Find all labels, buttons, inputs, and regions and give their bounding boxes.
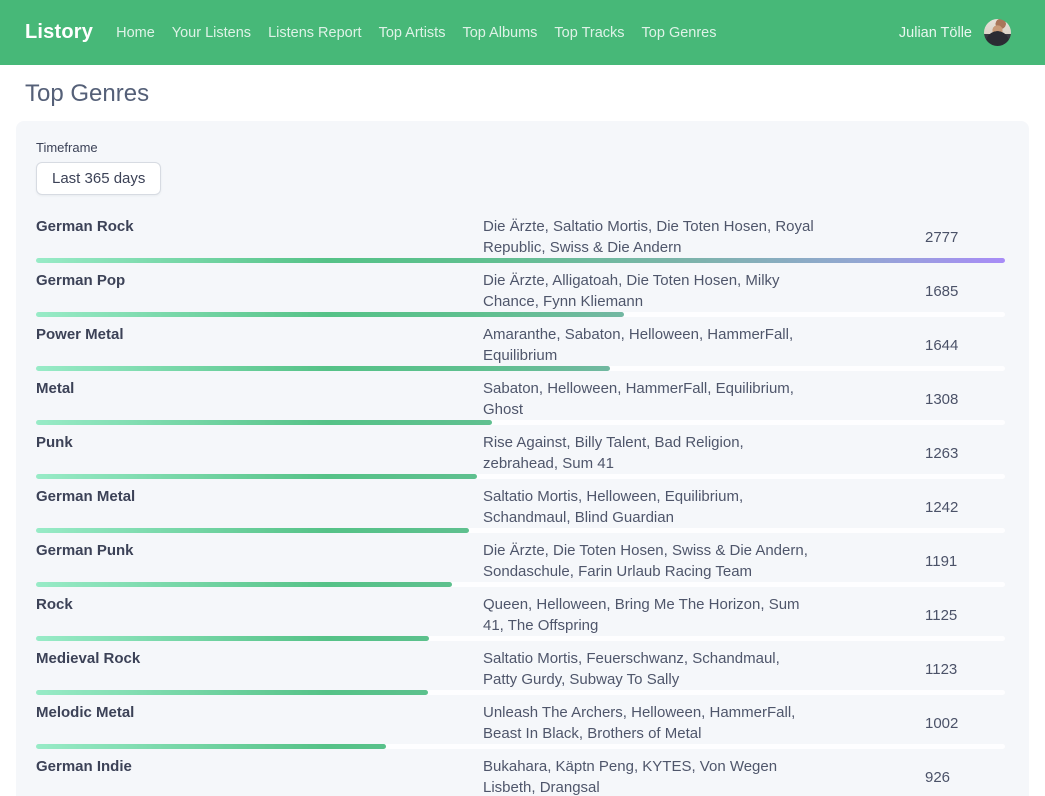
genre-row: Medieval Rock Saltatio Mortis, Feuerschw…	[36, 641, 1005, 695]
genre-artists: Die Ärzte, Saltatio Mortis, Die Toten Ho…	[483, 216, 815, 258]
genre-bar-fill	[36, 690, 428, 695]
genre-bar-fill	[36, 636, 429, 641]
genre-bar-fill	[36, 582, 452, 587]
genre-artists: Amaranthe, Sabaton, Helloween, HammerFal…	[483, 324, 815, 366]
genre-bar-gradient	[36, 690, 428, 695]
genre-row: German Rock Die Ärzte, Saltatio Mortis, …	[36, 209, 1005, 263]
user-avatar[interactable]	[984, 19, 1011, 46]
nav-item-your-listens[interactable]: Your Listens	[172, 25, 251, 41]
genre-row: German Pop Die Ärzte, Alligatoah, Die To…	[36, 263, 1005, 317]
genre-artists: Saltatio Mortis, Feuerschwanz, Schandmau…	[483, 648, 815, 690]
genre-name: Punk	[36, 432, 483, 453]
timeframe-label: Timeframe	[36, 140, 1005, 155]
nav-item-top-genres[interactable]: Top Genres	[642, 25, 717, 41]
genre-bar-gradient	[36, 528, 469, 533]
genre-bar-track	[36, 258, 1005, 263]
genre-bar-fill	[36, 528, 469, 533]
nav-item-home[interactable]: Home	[116, 25, 155, 41]
genre-rows: German Rock Die Ärzte, Saltatio Mortis, …	[36, 209, 1005, 796]
genre-name: German Punk	[36, 540, 483, 561]
genre-row: Metal Sabaton, Helloween, HammerFall, Eq…	[36, 371, 1005, 425]
genre-artists: Rise Against, Billy Talent, Bad Religion…	[483, 432, 815, 474]
genre-name: German Metal	[36, 486, 483, 507]
nav-item-top-albums[interactable]: Top Albums	[462, 25, 537, 41]
nav-items: Home Your Listens Listens Report Top Art…	[116, 24, 899, 42]
genre-row: Melodic Metal Unleash The Archers, Hello…	[36, 695, 1005, 749]
genre-artists: Die Ärzte, Die Toten Hosen, Swiss & Die …	[483, 540, 815, 582]
genre-bar-gradient	[36, 636, 429, 641]
genre-row: Power Metal Amaranthe, Sabaton, Hellowee…	[36, 317, 1005, 371]
genre-bar-fill	[36, 474, 477, 479]
genre-bar-gradient	[36, 312, 624, 317]
brand-logo[interactable]: Listory	[25, 21, 93, 44]
genre-bar-gradient	[36, 582, 452, 587]
genre-name: Medieval Rock	[36, 648, 483, 669]
genre-count: 1644	[925, 337, 1005, 354]
genre-name: German Rock	[36, 216, 483, 237]
genre-bar-fill	[36, 312, 624, 317]
genre-count: 1123	[925, 661, 1005, 678]
genre-bar-gradient	[36, 420, 492, 425]
genre-bar-fill	[36, 744, 386, 749]
genre-name: German Pop	[36, 270, 483, 291]
genre-artists: Unleash The Archers, Helloween, HammerFa…	[483, 702, 815, 744]
genre-count: 1191	[925, 553, 1005, 570]
genre-count: 1242	[925, 499, 1005, 516]
user-name: Julian Tölle	[899, 25, 972, 41]
genre-bar-fill	[36, 420, 492, 425]
timeframe-select[interactable]: Last 365 days	[36, 162, 161, 195]
genre-name: Rock	[36, 594, 483, 615]
genre-row: German Punk Die Ärzte, Die Toten Hosen, …	[36, 533, 1005, 587]
genre-row: Punk Rise Against, Billy Talent, Bad Rel…	[36, 425, 1005, 479]
genre-bar-gradient	[36, 366, 610, 371]
genre-bar-fill	[36, 366, 610, 371]
genre-artists: Bukahara, Käptn Peng, KYTES, Von Wegen L…	[483, 756, 815, 796]
genre-count: 926	[925, 769, 1005, 786]
genre-count: 1308	[925, 391, 1005, 408]
genre-name: Melodic Metal	[36, 702, 483, 723]
genre-count: 1002	[925, 715, 1005, 732]
genre-artists: Die Ärzte, Alligatoah, Die Toten Hosen, …	[483, 270, 815, 312]
user-menu[interactable]: Julian Tölle	[899, 19, 1011, 46]
genre-bar-gradient	[36, 744, 386, 749]
genre-artists: Saltatio Mortis, Helloween, Equilibrium,…	[483, 486, 815, 528]
nav-item-listens-report[interactable]: Listens Report	[268, 25, 362, 41]
navbar: Listory Home Your Listens Listens Report…	[0, 0, 1045, 65]
genre-name: Power Metal	[36, 324, 483, 345]
page-title: Top Genres	[25, 80, 1029, 108]
genre-bar-fill	[36, 258, 1005, 263]
genre-row: Rock Queen, Helloween, Bring Me The Hori…	[36, 587, 1005, 641]
nav-item-top-tracks[interactable]: Top Tracks	[554, 25, 624, 41]
genre-name: Metal	[36, 378, 483, 399]
genre-bar-gradient	[36, 474, 477, 479]
nav-item-top-artists[interactable]: Top Artists	[379, 25, 446, 41]
genre-row: German Metal Saltatio Mortis, Helloween,…	[36, 479, 1005, 533]
genre-count: 2777	[925, 229, 1005, 246]
genre-count: 1263	[925, 445, 1005, 462]
genre-artists: Queen, Helloween, Bring Me The Horizon, …	[483, 594, 815, 636]
genre-row: German Indie Bukahara, Käptn Peng, KYTES…	[36, 749, 1005, 796]
genre-count: 1125	[925, 607, 1005, 624]
genre-count: 1685	[925, 283, 1005, 300]
top-genres-card: Timeframe Last 365 days German Rock Die …	[16, 121, 1029, 796]
genre-name: German Indie	[36, 756, 483, 777]
genre-artists: Sabaton, Helloween, HammerFall, Equilibr…	[483, 378, 815, 420]
genre-bar-gradient	[36, 258, 1005, 263]
main-content: Top Genres Timeframe Last 365 days Germa…	[0, 80, 1045, 796]
